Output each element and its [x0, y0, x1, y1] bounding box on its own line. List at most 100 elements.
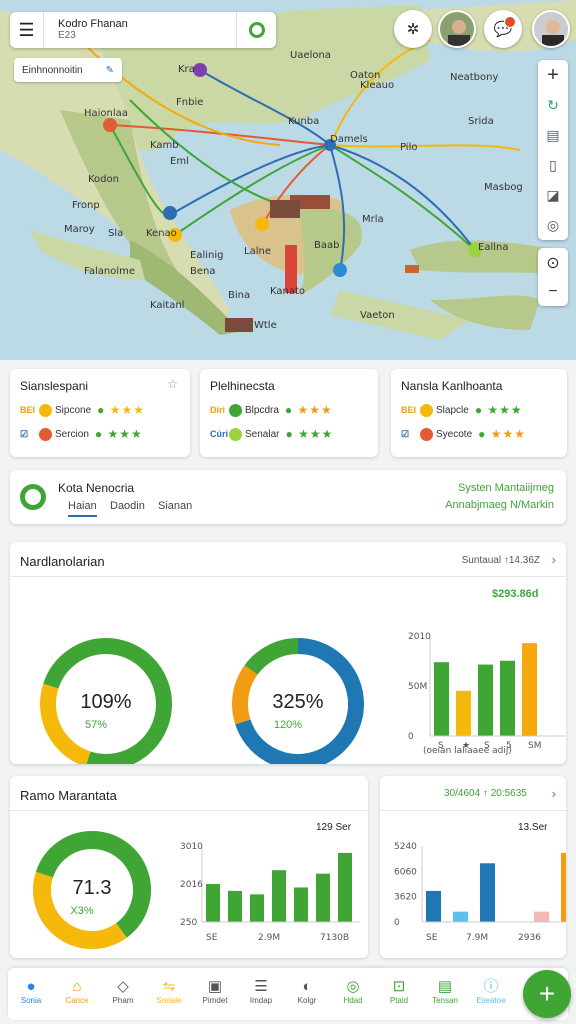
- map-label: Masbog: [484, 182, 523, 193]
- phone-icon: ◇: [117, 978, 129, 995]
- row-name: Sercion: [55, 428, 89, 440]
- chart-icon[interactable]: ▤: [538, 120, 568, 150]
- search-bar[interactable]: ☰ Kodro Fhanan E23: [10, 12, 276, 48]
- map-label: Falanolme: [84, 266, 135, 277]
- nav-label: Hdad: [343, 996, 363, 1005]
- avatar-user-1[interactable]: [438, 10, 476, 48]
- tab-3[interactable]: Sianan: [158, 500, 192, 512]
- map-label: Kaitanl: [150, 300, 185, 311]
- add-button[interactable]: +: [523, 970, 571, 1018]
- section-3-card: 30/4604 ↑ 20:5635 › 5240 6060 3620 0 SE 7.9M 2…: [380, 776, 566, 958]
- compass-icon[interactable]: ◎: [538, 210, 568, 240]
- layers-button[interactable]: ✲: [394, 10, 432, 48]
- status-dot: [229, 403, 242, 417]
- place-card[interactable]: Plelhinecsta Diri Blpcdra ● ★★★ Cúri Senalar ●…: [200, 369, 378, 457]
- row-name: Senalar: [245, 428, 280, 440]
- star-icon[interactable]: ☆: [167, 377, 178, 391]
- map-label: Uaelona: [290, 50, 331, 61]
- messages-button[interactable]: 💬: [484, 10, 522, 48]
- tab-1[interactable]: Haian: [68, 500, 97, 517]
- map-label: Kra: [178, 64, 195, 75]
- map-view[interactable]: Kra Uaelona Oaton Kleauo Neatbony Haionlaa Fnb…: [0, 0, 576, 360]
- place-card[interactable]: Nansla Kanlhoanta BEI Slapcle ● ★★★ ☑ Syecote…: [391, 369, 567, 457]
- nav-item-sonia[interactable]: ● Sonia: [8, 978, 54, 1005]
- chevron-right-icon[interactable]: ›: [552, 786, 556, 801]
- bar: [206, 884, 220, 922]
- section-2-title: Ramo Marantata: [20, 788, 117, 803]
- rating-stars: ● ★★★: [284, 403, 333, 417]
- bar-top-value: $293.86d: [492, 588, 539, 600]
- search-go-button[interactable]: [236, 12, 276, 48]
- refresh-icon[interactable]: ↻: [538, 90, 568, 120]
- avatar-user-2[interactable]: [532, 10, 570, 48]
- map-toolbar: + ↻ ▤ ▯ ◪ ◎: [538, 60, 568, 240]
- map-label: Neatbony: [450, 72, 499, 83]
- locate-icon[interactable]: ⊙: [538, 248, 568, 277]
- location-icon: ●: [26, 978, 36, 995]
- nav-label: Pimdet: [202, 996, 228, 1005]
- tab-2[interactable]: Daodin: [110, 500, 145, 512]
- row-badge: Diri: [210, 405, 226, 415]
- zoom-in-icon[interactable]: +: [538, 60, 568, 90]
- x-tick-label: 2.9M: [258, 933, 280, 943]
- row-badge: ☑: [401, 428, 410, 439]
- map-label: Pilo: [400, 142, 418, 153]
- home-icon: ⌂: [72, 978, 82, 995]
- y-tick-label: 50M: [408, 682, 427, 692]
- map-label: Haionlaa: [84, 108, 128, 119]
- bar: [426, 890, 441, 922]
- bar: [456, 690, 471, 736]
- bar: [478, 664, 493, 736]
- x-tick-label: SE: [206, 933, 218, 943]
- nav-item-kolgr[interactable]: ◐ Kolgr: [284, 978, 330, 1005]
- section-1-summary: Suntaual ↑14.36Z: [461, 555, 540, 566]
- graph-icon[interactable]: ◪: [538, 180, 568, 210]
- y-tick-label: 0: [394, 918, 400, 928]
- status-dot: [39, 403, 52, 417]
- section-1-card: Nardlanolarian Suntaual ↑14.36Z › 109% 57…: [10, 542, 566, 764]
- status-dot: [420, 427, 433, 441]
- nav-label: Imdap: [249, 996, 273, 1005]
- nav-label: Pham: [112, 996, 134, 1005]
- place-row: BEI Slapcle ● ★★★: [401, 403, 523, 417]
- bar: [522, 643, 537, 736]
- nav-label: Tensan: [432, 996, 458, 1005]
- nav-item-srelale[interactable]: ⇋ Srelale: [146, 978, 192, 1005]
- section-1-charts: 109%57%325%120%201050M0S ★ S 5 SM: [40, 632, 566, 764]
- summary-card: Kota Nenocria Haian Daodin Sianan Systen…: [10, 470, 566, 524]
- list-icon: ☰: [254, 978, 268, 995]
- chevron-right-icon[interactable]: ›: [552, 552, 556, 567]
- nav-label: Eseatoe: [476, 996, 506, 1005]
- menu-icon[interactable]: ☰: [10, 12, 44, 48]
- bar: [500, 660, 515, 736]
- map-label: Bina: [228, 290, 251, 301]
- place-row: ☑ Sercion ● ★★★: [20, 427, 143, 441]
- nav-item-imdap[interactable]: ☰ Imdap: [238, 978, 284, 1005]
- status-dot: [39, 427, 52, 441]
- nav-item-ptaid[interactable]: ⊡ Ptaid: [376, 978, 422, 1005]
- device-icon[interactable]: ▯: [538, 150, 568, 180]
- map-label: Kamb: [150, 140, 179, 151]
- bar: [250, 894, 264, 922]
- nav-item-cance[interactable]: ⌂ Cance: [54, 978, 100, 1005]
- map-label: Maroy: [64, 224, 95, 235]
- x-tick-label: 2936: [518, 933, 541, 943]
- nav-item-pimdet[interactable]: ▣ Pimdet: [192, 978, 238, 1005]
- map-label: Wtle: [254, 320, 277, 331]
- row-badge: BEI: [401, 405, 417, 415]
- row-name: Sipcone: [55, 404, 92, 416]
- status-ring-icon: [20, 484, 46, 510]
- status-dot: [229, 427, 242, 441]
- nav-item-tensan[interactable]: ▤ Tensan: [422, 978, 468, 1005]
- zoom-out-icon[interactable]: −: [538, 277, 568, 306]
- nav-item-eseatoe[interactable]: ⓘ Eseatoe: [468, 978, 514, 1005]
- y-tick-label: 250: [180, 918, 197, 928]
- plus-icon: +: [538, 978, 556, 1009]
- filter-label: Einhnonnoitin: [22, 64, 83, 76]
- nav-item-hdad[interactable]: ◎ Hdad: [330, 978, 376, 1005]
- nav-item-pham[interactable]: ◇ Pham: [100, 978, 146, 1005]
- donut-slice: [232, 665, 258, 725]
- place-card[interactable]: Sianslespani ☆ BEI Sipcone ● ★★★ ☑ Sercion ● ★★…: [10, 369, 190, 457]
- y-tick-label: 6060: [394, 867, 417, 877]
- filter-chip[interactable]: Einhnonnoitin ✎: [14, 58, 122, 82]
